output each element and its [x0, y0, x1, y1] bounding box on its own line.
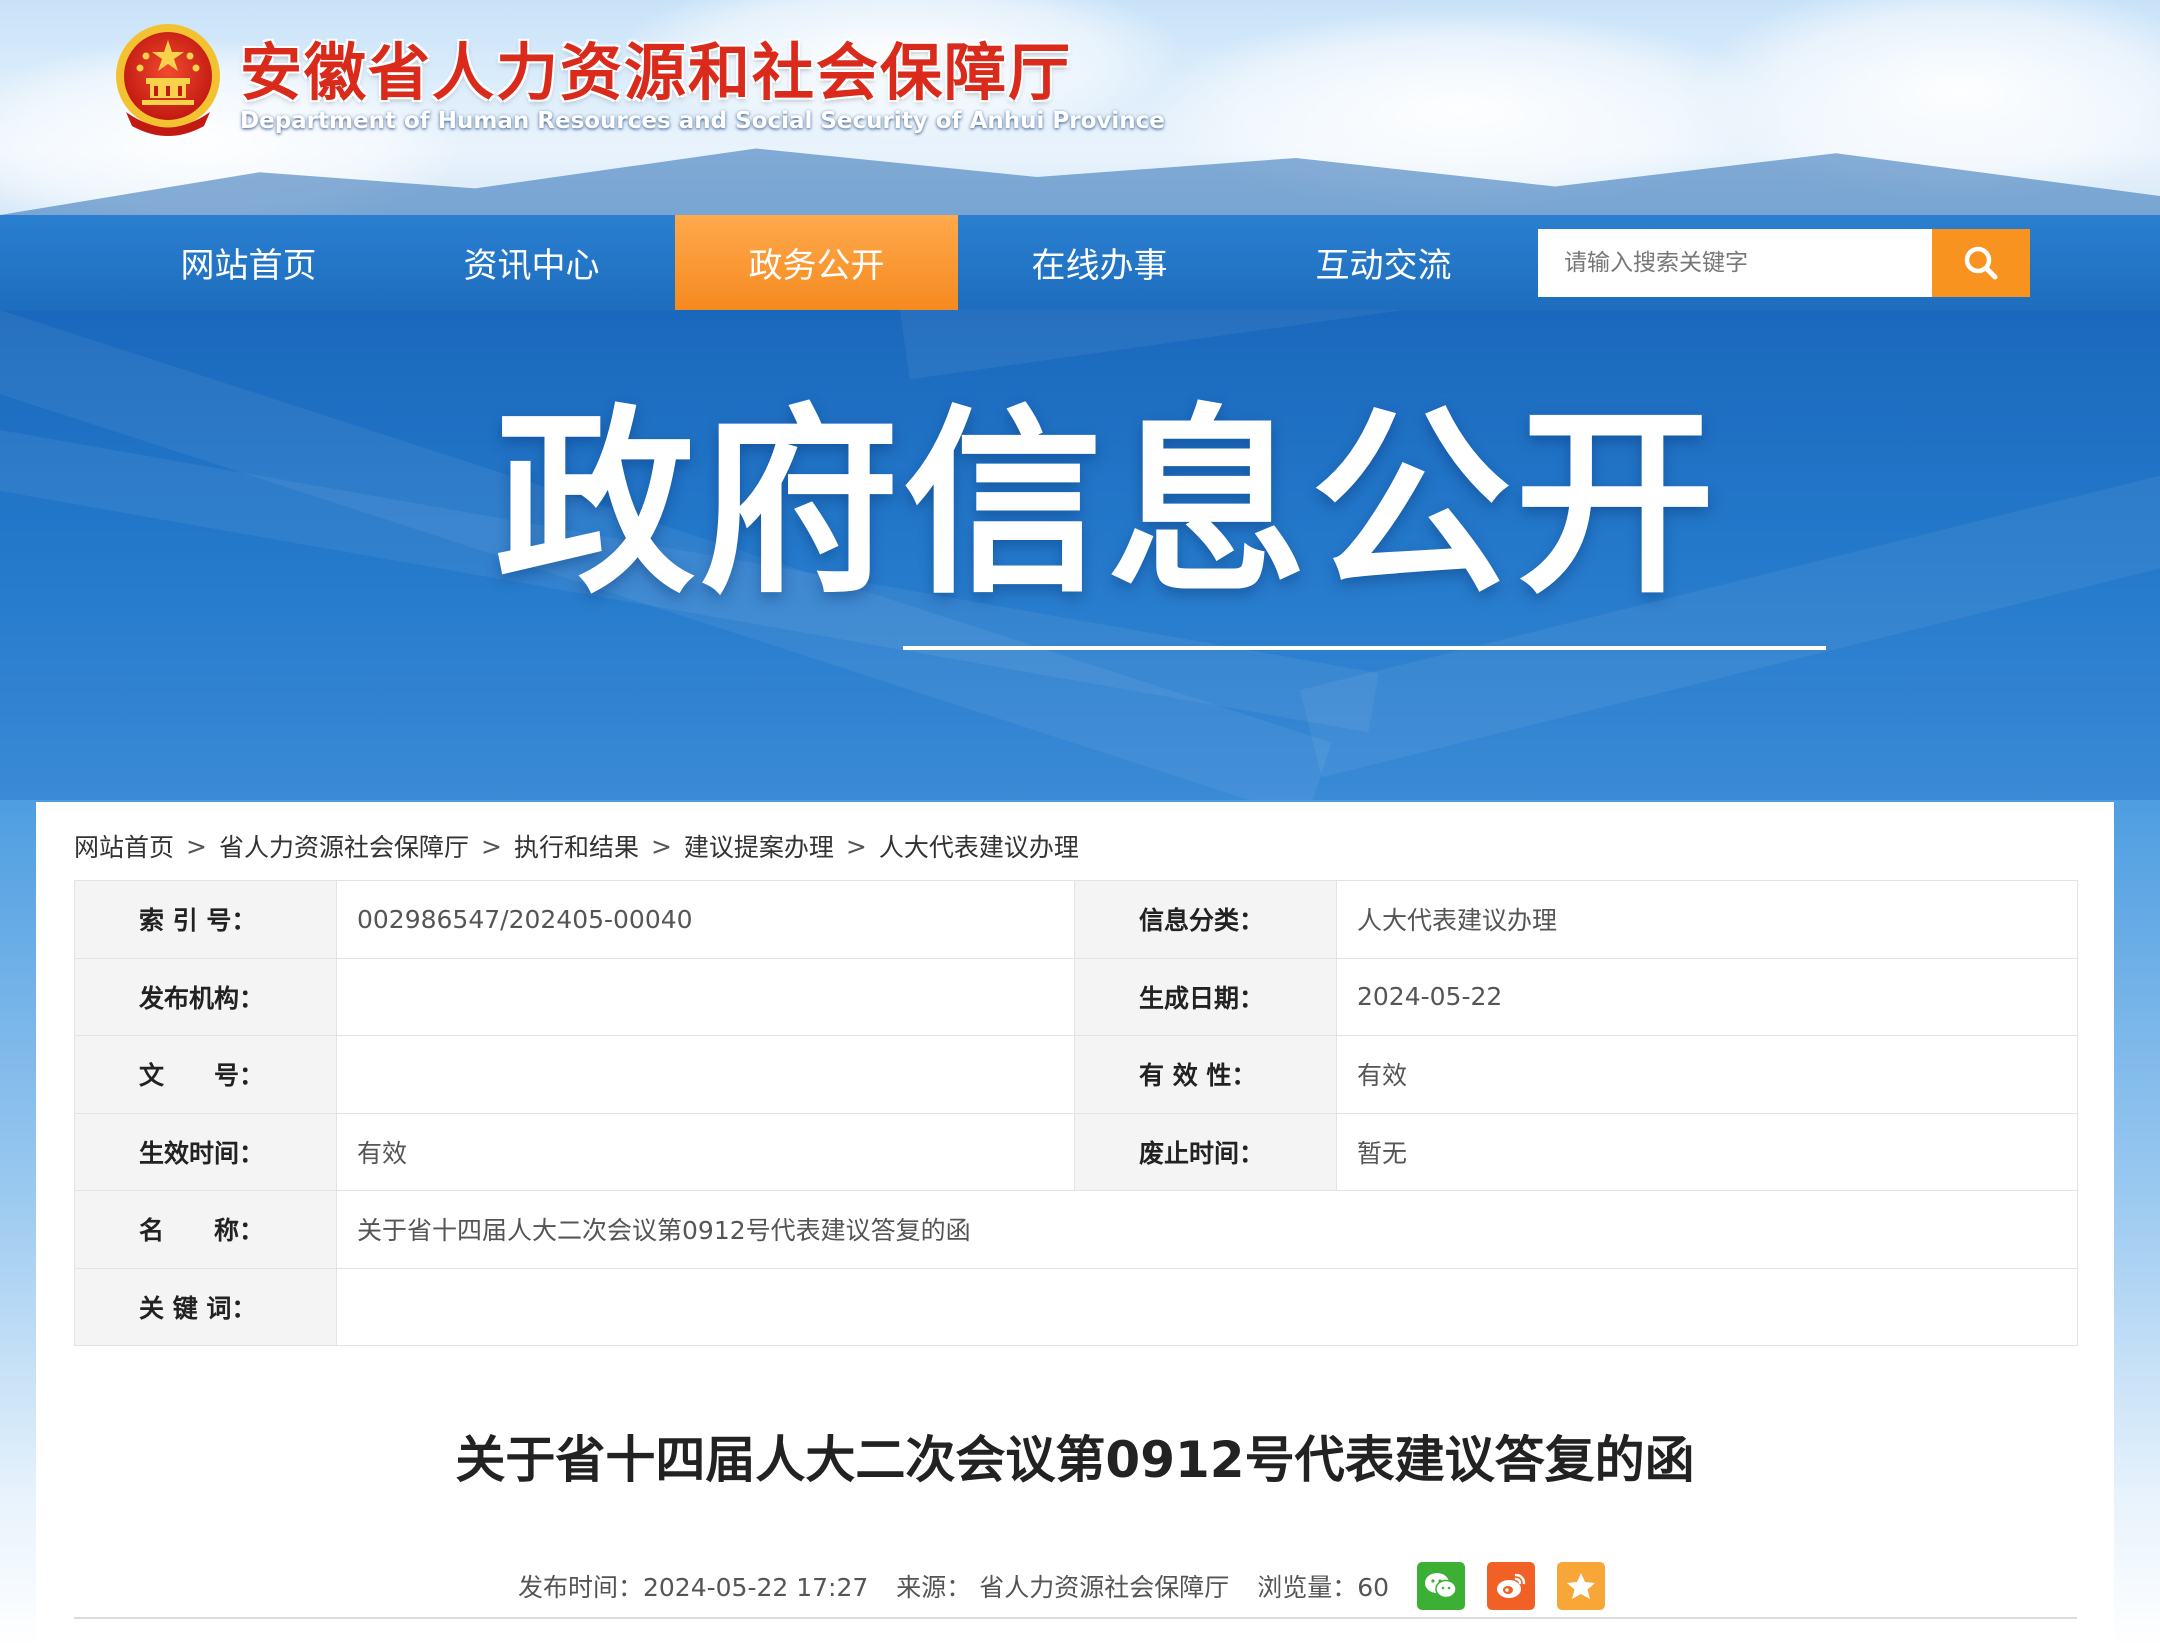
publisher-label: 发布机构： — [74, 957, 337, 1036]
validity-value: 有效 — [1336, 1035, 2078, 1114]
meta-row: 发布机构： 生成日期： 2024-05-22 — [74, 957, 2078, 1036]
repeal-time-label: 废止时间： — [1074, 1112, 1337, 1191]
breadcrumb-execution-results[interactable]: 执行和结果 — [514, 828, 639, 864]
nav-item-interaction[interactable]: 互动交流 — [1242, 215, 1525, 310]
index-no-value: 002986547/202405-00040 — [336, 880, 1075, 959]
doc-no-label: 文 号： — [74, 1035, 337, 1114]
favorite-star-icon — [1567, 1573, 1596, 1599]
breadcrumb-separator: > — [186, 831, 207, 861]
nav-item-gov-affairs[interactable]: 政务公开 — [675, 215, 958, 310]
meta-row: 文 号： 有 效 性： 有效 — [74, 1035, 2078, 1114]
search-icon — [1964, 246, 1998, 280]
page-banner: 政府信息公开 — [0, 310, 2160, 800]
effective-time-value: 有效 — [336, 1112, 1075, 1191]
created-date-value: 2024-05-22 — [1336, 957, 2078, 1036]
breadcrumb-separator: > — [845, 831, 867, 861]
document-title: 关于省十四届人大二次会议第0912号代表建议答复的函 — [455, 1431, 1695, 1489]
doc-no-value — [336, 1035, 1075, 1114]
publish-time: 发布时间：2024-05-22 17:27 — [518, 1573, 869, 1602]
breadcrumb-proposal-handling[interactable]: 建议提案办理 — [684, 828, 834, 864]
nav-item-home[interactable]: 网站首页 — [107, 215, 390, 310]
publisher-value — [336, 957, 1075, 1036]
meta-row: 名 称： 关于省十四届人大二次会议第0912号代表建议答复的函 — [74, 1190, 2078, 1269]
breadcrumb-separator: > — [480, 831, 502, 861]
favorite-button[interactable] — [1557, 1562, 1606, 1610]
national-emblem-icon — [112, 20, 224, 138]
category-value: 人大代表建议办理 — [1336, 880, 2078, 959]
view-count: 浏览量：60 — [1257, 1573, 1390, 1602]
banner-title: 政府信息公开 — [495, 388, 1720, 621]
main-nav: 网站首页 资讯中心 政务公开 在线办事 互动交流 — [0, 215, 2160, 310]
keywords-value — [336, 1267, 2078, 1346]
breadcrumb-separator: > — [650, 831, 672, 861]
document-source: 来源： 省人力资源社会保障厅 — [896, 1573, 1230, 1602]
search-input[interactable] — [1538, 229, 1932, 297]
repeal-time-value: 暂无 — [1336, 1112, 2078, 1191]
document-info-bar: 发布时间：2024-05-22 17:27 来源： 省人力资源社会保障厅 浏览量… — [518, 1562, 1627, 1610]
nav-item-news[interactable]: 资讯中心 — [390, 215, 673, 310]
share-wechat-button[interactable] — [1417, 1562, 1466, 1610]
search-button[interactable] — [1932, 229, 2030, 297]
breadcrumb-department[interactable]: 省人力资源社会保障厅 — [219, 828, 469, 864]
document-meta-table: 索 引 号： 002986547/202405-00040 信息分类： 人大代表… — [74, 880, 2078, 1346]
doc-name-label: 名 称： — [74, 1190, 337, 1269]
site-title: 安徽省人力资源和社会保障厅 — [240, 36, 1073, 109]
content-panel: 网站首页 > 省人力资源社会保障厅 > 执行和结果 > 建议提案办理 > 人大代… — [36, 802, 2114, 1648]
wechat-icon — [1425, 1573, 1457, 1599]
weibo-icon — [1497, 1573, 1526, 1598]
meta-row: 生效时间： 有效 废止时间： 暂无 — [74, 1112, 2078, 1191]
divider — [74, 1617, 2077, 1619]
breadcrumb-home[interactable]: 网站首页 — [74, 828, 174, 864]
validity-label: 有 效 性： — [1074, 1035, 1337, 1114]
keywords-label: 关 键 词： — [74, 1267, 337, 1346]
share-weibo-button[interactable] — [1487, 1562, 1536, 1610]
banner-underline — [903, 646, 1826, 650]
banner-ray — [900, 310, 2160, 380]
breadcrumb-npc-suggestions[interactable]: 人大代表建议办理 — [879, 828, 1079, 864]
effective-time-label: 生效时间： — [74, 1112, 337, 1191]
meta-row: 索 引 号： 002986547/202405-00040 信息分类： 人大代表… — [74, 880, 2078, 959]
site-header: 安徽省人力资源和社会保障厅 Department of Human Resour… — [0, 0, 2160, 215]
doc-name-value: 关于省十四届人大二次会议第0912号代表建议答复的函 — [336, 1190, 2078, 1269]
category-label: 信息分类： — [1074, 880, 1337, 959]
created-date-label: 生成日期： — [1074, 957, 1337, 1036]
breadcrumb: 网站首页 > 省人力资源社会保障厅 > 执行和结果 > 建议提案办理 > 人大代… — [74, 828, 1079, 864]
index-no-label: 索 引 号： — [74, 880, 337, 959]
meta-row: 关 键 词： — [74, 1267, 2078, 1346]
site-subtitle: Department of Human Resources and Social… — [240, 108, 1165, 134]
nav-item-online-service[interactable]: 在线办事 — [958, 215, 1241, 310]
